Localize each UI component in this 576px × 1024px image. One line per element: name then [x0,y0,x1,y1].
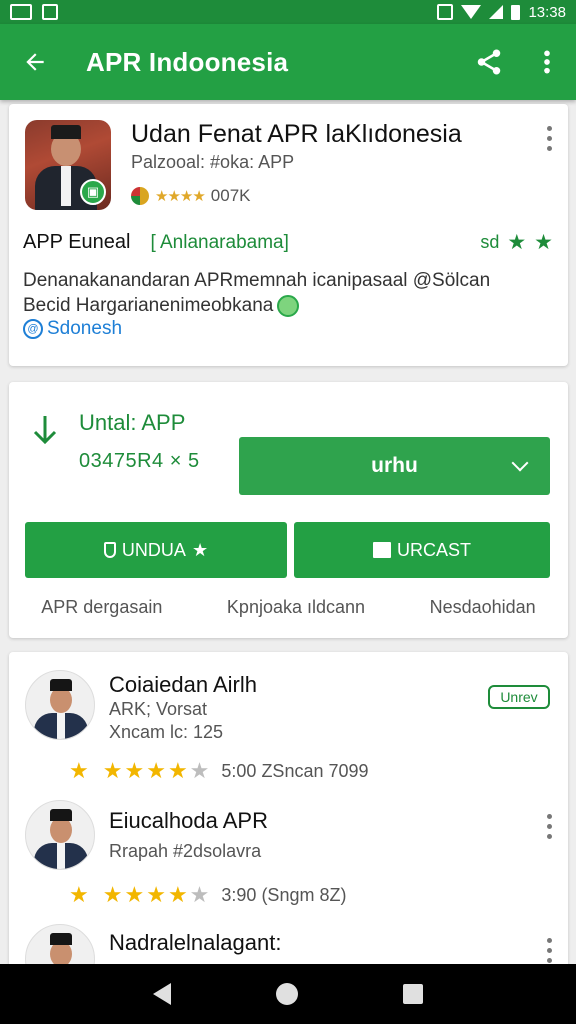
shield-icon [103,542,116,558]
status-bar: 13:38 [0,0,576,24]
reviewer-name: Coiaiedan Airlh [109,672,257,697]
bookmark-icon [372,542,391,558]
card-more-button[interactable] [546,126,552,151]
wifi-icon [461,5,482,19]
chevron-down-icon [511,454,529,472]
install-link[interactable]: Nesdaohidan [430,597,536,618]
nav-recents-icon[interactable] [403,984,424,1004]
vibrate-icon [437,4,454,20]
star-icon: ★ [146,882,166,907]
app-description: Denanakanandaran APRmemnah icanipasaal @… [23,268,553,318]
battery-icon [511,4,521,20]
review-meta: 3:90 (Sngm 8Z) [221,884,347,905]
review-more-button[interactable] [546,938,552,963]
star-icon: ★ [191,539,209,560]
install-link[interactable]: Kpnjoaka ıldcann [227,597,365,618]
nav-home-icon[interactable] [275,983,298,1005]
unduh-label: UNDUA [121,539,186,560]
arrow-back-icon [26,53,44,71]
portrait-cap [51,125,81,139]
star-icon: ★ [102,758,123,783]
photo-notification-icon [42,4,58,20]
star-icon: ★ [534,231,553,254]
reviewer-sub-2: Xncam lc: 125 [109,722,224,742]
reviewer-sub-1: Rrapah #2dsolavra [109,841,262,861]
rating-stars: ★★★★ [155,188,206,205]
star-empty-icon: ★ [189,882,210,907]
star-empty-icon: ★ [189,758,210,783]
review-stars: ★ ★ ★ ★ ★ ★ 3:90 (Sngm 8Z) [69,882,346,908]
install-link[interactable]: APR dergasain [41,597,162,618]
app-title: Udan Fenat APR laKlıdonesia [131,120,462,148]
app-icon[interactable]: ▣ [25,120,111,210]
info-right-label: sd [480,232,500,252]
star-icon: ★ [167,882,188,907]
page-title: APR Indoonesia [86,46,289,77]
install-dropdown-label: urhu [371,454,418,477]
share-button[interactable] [460,24,518,100]
install-links: APR dergasain Kpnjoaka ıldcann Nesdaohid… [9,597,568,618]
description-line-1: Denanakanandaran APRmemnah icanipasaal @… [23,270,491,291]
install-dropdown[interactable]: urhu [239,437,550,495]
back-button[interactable] [0,24,70,100]
install-card: Untal: APP 03475R4 × 5 urhu UNDUA ★ URCA… [9,382,568,638]
portrait-shirt [61,166,71,206]
at-icon: @ [23,319,43,339]
description-line-2-text: Becid Hargarianenimeobkana [23,295,274,316]
install-size: 03475R4 × 5 [79,450,200,472]
urcast-button[interactable]: URCAST [294,522,550,578]
avatar [25,670,95,740]
star-icon: ★ [124,882,145,907]
reviewer-name: Eiucalhoda APR [109,808,268,833]
app-bar: APR Indoonesia [0,24,576,100]
app-badge-icon: ▣ [80,179,106,205]
developer-link[interactable]: @ Sdonesh [23,318,122,340]
install-label: Untal: APP [79,410,186,435]
star-icon: ★ [69,758,89,783]
star-icon: ★ [124,758,145,783]
image-notification-icon [10,4,32,20]
more-vert-icon [544,50,550,74]
description-line-2: Becid Hargarianenimeobkana [23,293,553,318]
system-nav-bar [0,964,576,1024]
app-info-card: ▣ Udan Fenat APR laKlıdonesia Palzooal: … [9,104,568,366]
star-icon: ★ [507,231,527,254]
review-badge[interactable]: Unrev [488,685,550,709]
app-subtitle: Palzooal: #oka: APP [131,152,295,172]
review-more-button[interactable] [546,814,552,839]
star-icon: ★ [167,758,188,783]
info-line: APP Euneal [ Anlanarabama] sd ★ ★ [23,230,553,255]
overflow-menu-button[interactable] [518,24,576,100]
info-label: APP Euneal [23,231,131,253]
developer-link-label: Sdonesh [47,318,123,339]
rating-count: 007K [210,186,251,205]
share-icon [477,49,501,75]
unduh-button[interactable]: UNDUA ★ [25,522,287,578]
reviews-card: Coiaiedan Airlh ARK; Vorsat Xncam lc: 12… [9,652,568,994]
cell-signal-icon [489,5,504,19]
download-arrow-icon [33,416,57,445]
info-tag[interactable]: [ Anlanarabama] [151,232,289,254]
status-time: 13:38 [528,3,566,21]
leaf-icon [277,294,300,317]
star-icon: ★ [69,882,89,907]
avatar [25,800,95,870]
reviewer-name: Nadralelnalagant: [109,930,282,955]
review-meta: 5:00 ZSncan 7099 [221,760,369,781]
info-rating: sd ★ ★ [480,230,553,255]
reviewer-sub-1: ARK; Vorsat [109,699,208,719]
rating-badge-icon [131,187,149,205]
star-icon: ★ [146,758,166,783]
rating-row: ★★★★ 007K [131,186,251,206]
review-stars: ★ ★ ★ ★ ★ ★ 5:00 ZSncan 7099 [69,758,369,784]
urcast-label: URCAST [396,539,471,560]
nav-back-icon[interactable] [152,983,171,1005]
star-icon: ★ [102,882,123,907]
